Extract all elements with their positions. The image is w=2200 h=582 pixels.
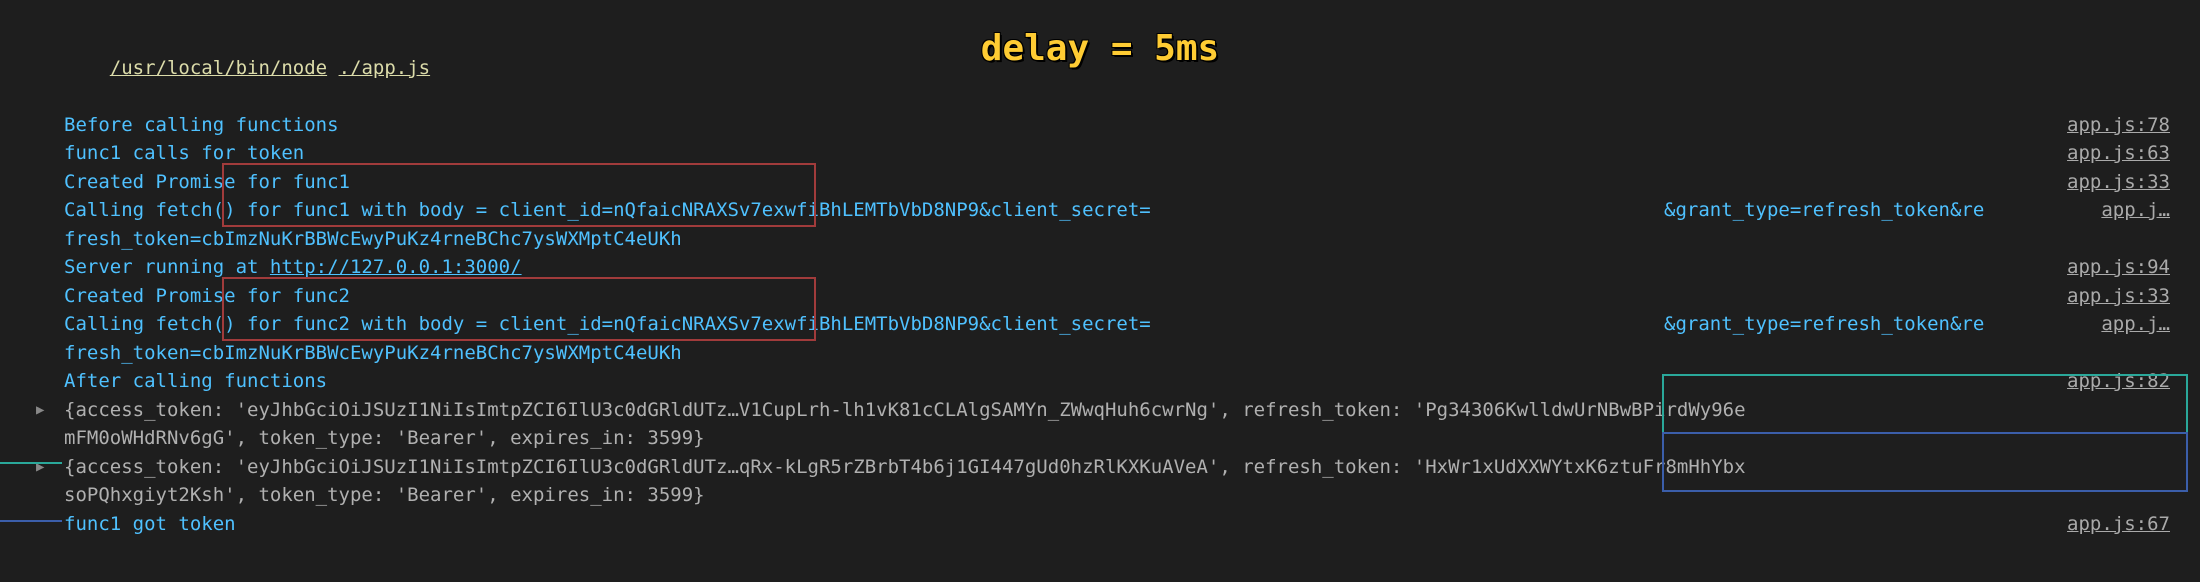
log-line-created2: Created Promise for func2 app.js:33 [64,282,2170,311]
source-link[interactable]: app.js:82 [2067,367,2170,396]
log-line-object2: ▶{access_token: 'eyJhbGciOiJSUzI1NiIsImt… [64,453,2170,482]
log-line-func1-calls: func1 calls for token app.js:63 [64,139,2170,168]
log-line-object2-wrap: soPQhxgiyt2Ksh', token_type: 'Bearer', e… [64,481,2170,510]
log-line-after: After calling functions app.js:82 [64,367,2170,396]
source-link[interactable]: app.j… [2101,310,2170,339]
log-text: mFM0oWHdRNv6gG', token_type: 'Bearer', e… [64,427,705,449]
source-link[interactable]: app.js:78 [2067,111,2170,140]
log-line-object1-wrap: mFM0oWHdRNv6gG', token_type: 'Bearer', e… [64,424,2170,453]
log-text: Calling fetch() for func1 with body = cl… [64,199,1151,221]
log-text: &grant_type=refresh_token&re [1664,196,1984,225]
log-text: func1 calls for token [64,142,304,164]
log-line-object1: ▶{access_token: 'eyJhbGciOiJSUzI1NiIsImt… [64,396,2170,425]
log-text: Created Promise for func1 [64,171,350,193]
log-text: {access_token: 'eyJhbGciOiJSUzI1NiIsImtp… [64,399,1746,421]
log-text: fresh_token=cbImzNuKrBBWcEwyPuKz4rneBChc… [64,342,682,364]
log-text: &grant_type=refresh_token&re [1664,310,1984,339]
log-text: func1 got token [64,513,236,535]
node-path: /usr/local/bin/node [110,57,327,79]
log-text: Created Promise for func2 [64,285,350,307]
source-link[interactable]: app.js:33 [2067,282,2170,311]
log-text: soPQhxgiyt2Ksh', token_type: 'Bearer', e… [64,484,705,506]
highlight-teal-line [0,462,62,464]
log-line-fetch1: Calling fetch() for func1 with body = cl… [64,196,2170,225]
log-text: Server running at [64,256,270,278]
overlay-title: delay = 5ms [981,22,1219,76]
script-arg: ./app.js [339,57,431,79]
log-text: Calling fetch() for func2 with body = cl… [64,313,1151,335]
expand-chevron-icon[interactable]: ▶ [36,457,44,478]
log-text: After calling functions [64,370,327,392]
source-link[interactable]: app.js:33 [2067,168,2170,197]
log-text: fresh_token=cbImzNuKrBBWcEwyPuKz4rneBChc… [64,228,682,250]
log-line-created1: Created Promise for func1 app.js:33 [64,168,2170,197]
log-line-server: Server running at http://127.0.0.1:3000/… [64,253,2170,282]
source-link[interactable]: app.js:94 [2067,253,2170,282]
highlight-blue-line [0,520,62,522]
server-url[interactable]: http://127.0.0.1:3000/ [270,256,522,278]
source-link[interactable]: app.js:63 [2067,139,2170,168]
source-link[interactable]: app.j… [2101,196,2170,225]
log-line-fetch2: Calling fetch() for func2 with body = cl… [64,310,2170,339]
log-text: Before calling functions [64,114,339,136]
expand-chevron-icon[interactable]: ▶ [36,400,44,421]
log-line-before: Before calling functions app.js:78 [64,111,2170,140]
source-link[interactable]: app.js:67 [2067,510,2170,539]
log-line-got-token: func1 got token app.js:67 [64,510,2170,539]
log-text: {access_token: 'eyJhbGciOiJSUzI1NiIsImtp… [64,456,1746,478]
log-line-fetch2-wrap: fresh_token=cbImzNuKrBBWcEwyPuKz4rneBChc… [64,339,2170,368]
console-log-area: /usr/local/bin/node ./app.js Before call… [30,25,2170,538]
log-line-fetch1-wrap: fresh_token=cbImzNuKrBBWcEwyPuKz4rneBChc… [64,225,2170,254]
